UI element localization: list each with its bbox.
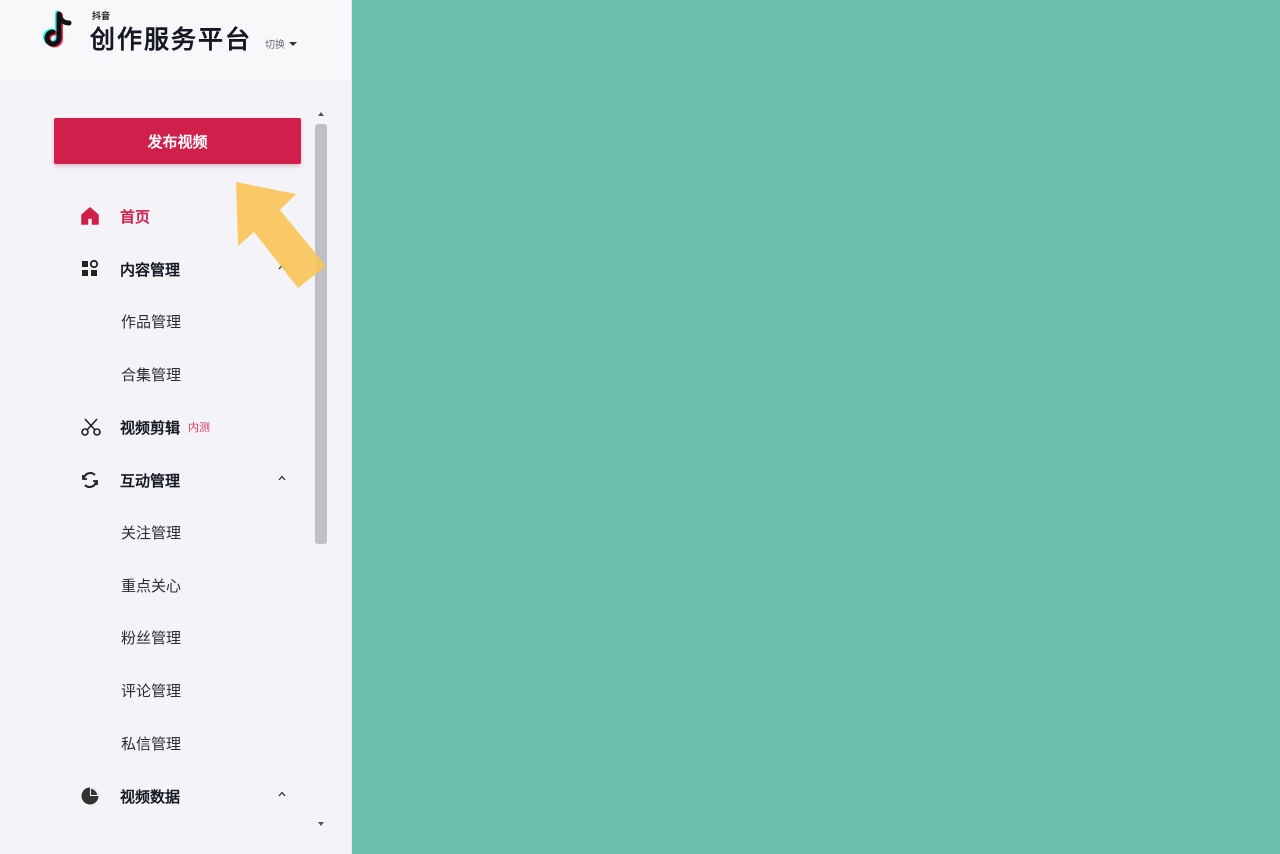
caret-down-icon [289, 41, 297, 46]
home-icon [80, 205, 108, 227]
role-switcher[interactable]: 切换 [265, 36, 297, 51]
menu-label: 视频剪辑 [120, 418, 181, 437]
scroll-up-arrow-icon[interactable] [317, 110, 325, 118]
menu-item-interaction-management[interactable]: 互动管理 [80, 465, 300, 495]
sidebar: 抖音 创作服务平台 切换 发布视频 首页 内容管理 作品管理 合集管理 视频剪辑… [0, 0, 352, 854]
menu-label: 视频数据 [120, 787, 181, 806]
submenu-item-message-management[interactable]: 私信管理 [121, 730, 181, 756]
submenu-item-collection-management[interactable]: 合集管理 [121, 361, 181, 387]
menu-item-video-editing[interactable]: 视频剪辑 内测 [80, 412, 300, 442]
refresh-icon [80, 469, 108, 491]
submenu-item-key-attention[interactable]: 重点关心 [121, 572, 181, 598]
pie-chart-icon [80, 785, 108, 807]
grid-icon [80, 258, 108, 280]
submenu-item-comment-management[interactable]: 评论管理 [121, 677, 181, 703]
role-label: 切换 [265, 40, 285, 51]
submenu-item-follow-management[interactable]: 关注管理 [121, 519, 181, 545]
submenu-item-fans-management[interactable]: 粉丝管理 [121, 624, 181, 650]
scroll-down-arrow-icon[interactable] [317, 820, 325, 828]
chevron-up-icon[interactable] [278, 790, 286, 798]
beta-badge: 内测 [188, 421, 211, 434]
publish-video-button[interactable]: 发布视频 [54, 118, 301, 164]
logo-header: 抖音 创作服务平台 切换 [0, 0, 351, 80]
platform-title: 创作服务平台 [90, 25, 253, 54]
douyin-logo-icon[interactable] [42, 4, 84, 52]
submenu-item-works-management[interactable]: 作品管理 [121, 308, 181, 334]
menu-item-video-data[interactable]: 视频数据 [80, 781, 300, 811]
menu-label: 首页 [120, 207, 151, 226]
chevron-up-icon[interactable] [278, 474, 286, 482]
main-content-area [352, 0, 1280, 854]
menu-label: 互动管理 [120, 471, 181, 490]
app-window: 抖音 创作服务平台 切换 发布视频 首页 内容管理 作品管理 合集管理 视频剪辑… [0, 0, 1280, 854]
scissors-icon [80, 416, 108, 438]
menu-label: 内容管理 [120, 260, 181, 279]
annotation-arrow-icon [236, 182, 326, 288]
